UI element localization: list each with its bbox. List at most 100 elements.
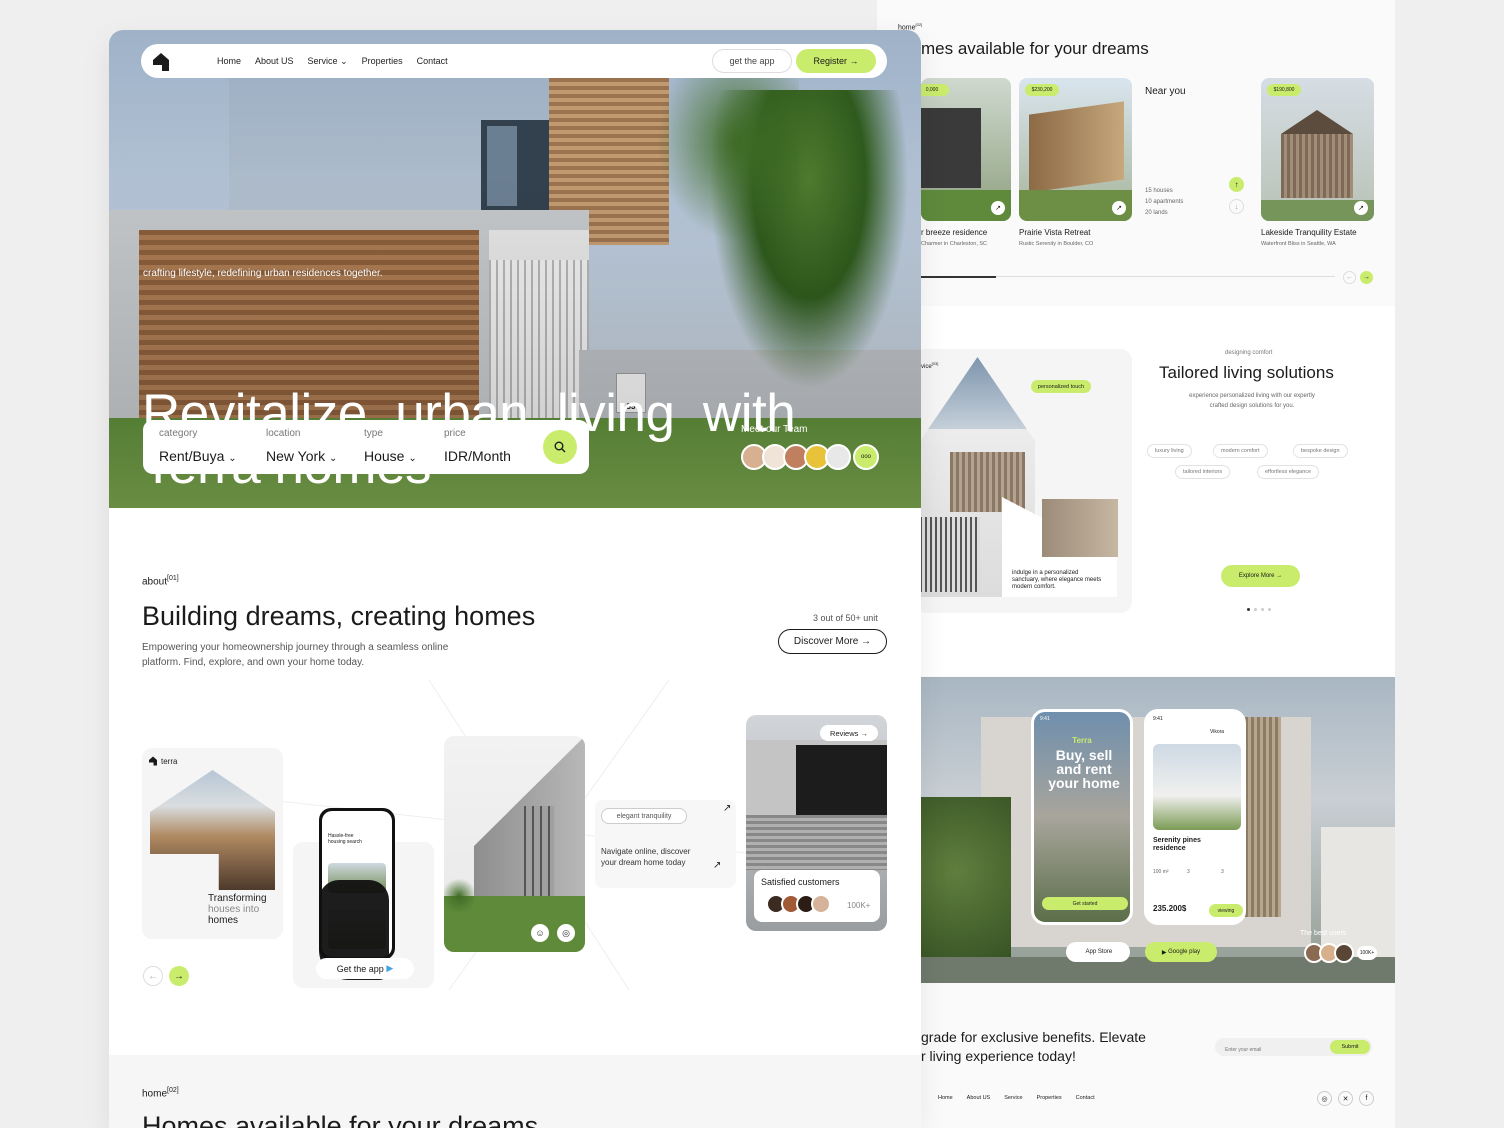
type-select[interactable]: House ⌄ <box>364 448 417 464</box>
app-store-button[interactable]: App Store <box>1066 942 1130 962</box>
chip-modern[interactable]: modern comfort <box>1213 444 1268 458</box>
price-label: price <box>444 428 466 439</box>
category-label: category <box>159 428 198 439</box>
category-select[interactable]: Rent/Buya ⌄ <box>159 448 237 464</box>
social-links: ◎ ✕ f <box>1317 1091 1374 1106</box>
footer-nav: Home About US Service Properties Contact <box>938 1095 1095 1101</box>
next-button[interactable]: → <box>1360 271 1373 284</box>
best-users-avatars: 100K+ <box>1304 943 1377 963</box>
get-app-card-button[interactable]: Get the app ▶ <box>316 958 414 979</box>
nav-contact[interactable]: Contact <box>417 56 448 67</box>
arrow-upright-icon[interactable]: ↗ <box>723 803 731 814</box>
chip-bespoke[interactable]: bespoke design <box>1293 444 1348 458</box>
elegant-chip: elegant tranquility <box>601 808 687 824</box>
arrow-upright-icon[interactable]: ↗ <box>713 860 721 871</box>
next-button[interactable]: → <box>169 966 189 986</box>
price-badge: $190,800 <box>1267 84 1301 96</box>
prev-button[interactable]: ← <box>1343 271 1356 284</box>
listing-location: Charmer in Charleston, SC <box>921 241 988 247</box>
globe-icon[interactable]: ◎ <box>557 924 575 942</box>
facebook-icon[interactable]: f <box>1359 1091 1374 1106</box>
best-users-label: The best users <box>1300 930 1347 937</box>
submit-button[interactable]: Submit <box>1330 1040 1370 1054</box>
personalized-badge: personalized touch <box>1031 380 1091 393</box>
reviews-button[interactable]: Reviews → <box>820 725 878 741</box>
search-button[interactable] <box>543 430 577 464</box>
hero-section: 33 Home About US Service ⌄ Properties Co… <box>109 30 921 508</box>
chip-effortless[interactable]: effortless elegance <box>1257 465 1320 479</box>
phone-mockup-2: 9:41 Vikora Serenity pines residence 100… <box>1144 709 1246 925</box>
building-image-card: ☺ ◎ <box>444 736 585 952</box>
terra-logo-icon <box>149 756 157 766</box>
email-field[interactable]: Submit <box>1215 1038 1372 1059</box>
explore-more-button[interactable]: Explore More → <box>1221 565 1300 587</box>
nav-about[interactable]: About US <box>255 56 294 67</box>
user-icon[interactable]: ☺ <box>531 924 549 942</box>
satisfied-label: Satisfied customers <box>761 877 840 887</box>
customer-avatars <box>766 894 831 914</box>
get-started-button[interactable]: Get started <box>1042 897 1128 910</box>
location-select[interactable]: New York ⌄ <box>266 448 337 464</box>
arrow-icon[interactable]: ↗ <box>1112 201 1126 215</box>
arrow-icon[interactable]: ↗ <box>991 201 1005 215</box>
transforming-text: Transforming houses into homes <box>208 893 267 926</box>
get-app-button[interactable]: get the app <box>712 49 792 73</box>
about-title: Building dreams, creating homes <box>142 601 536 631</box>
listing-location: Rustic Serenity in Boulder, CO <box>1019 241 1094 247</box>
x-icon[interactable]: ✕ <box>1338 1091 1353 1106</box>
homes-title: mes available for your dreams <box>921 39 1149 58</box>
arrow-up-button[interactable]: ↑ <box>1229 177 1244 192</box>
terra-logo-icon[interactable] <box>151 52 171 72</box>
prev-button[interactable]: ← <box>143 966 163 986</box>
navigate-text: Navigate online, discover your dream hom… <box>601 847 691 867</box>
top-nav: Home About US Service ⌄ Properties Conta… <box>141 44 887 78</box>
hero-tagline: crafting lifestyle, redefining urban res… <box>143 268 383 279</box>
near-stats: 15 houses 10 apartments 20 lands <box>1145 188 1184 216</box>
carousel-dots[interactable] <box>1247 608 1271 611</box>
listing-card-1[interactable]: 0,000 ↗ <box>921 78 1011 221</box>
listing-name: r breeze residence <box>921 228 988 237</box>
instagram-icon[interactable]: ◎ <box>1317 1091 1332 1106</box>
listing-name: Prairie Vista Retreat <box>1019 228 1091 237</box>
play-store-icon: ▶ <box>386 963 394 973</box>
nav-service[interactable]: Service ⌄ <box>308 56 348 67</box>
arrow-icon[interactable]: ↗ <box>1354 201 1368 215</box>
google-play-button[interactable]: ▶ Google play <box>1145 942 1217 962</box>
chevron-down-icon: ⌄ <box>340 56 348 66</box>
tailored-desc: experience personalized living with our … <box>1189 393 1315 409</box>
register-button[interactable]: Register → <box>796 49 876 73</box>
listing-card-3[interactable]: $190,800 ↗ <box>1261 78 1374 221</box>
about-tag: about[01] <box>142 575 179 588</box>
chevron-down-icon: ⌄ <box>228 453 237 464</box>
price-select[interactable]: IDR/Month <box>444 448 511 464</box>
hero-title: Revitalize urban living withTerra homes <box>142 384 796 492</box>
homes-section: home[02] Homes available for your dreams <box>109 1055 921 1128</box>
phone-mockup-1: 9:41 Terra Buy, sell and rent your home … <box>1031 709 1133 925</box>
chevron-down-icon: ⌄ <box>408 453 417 464</box>
discover-more-button[interactable]: Discover More → <box>778 629 887 654</box>
viewing-button[interactable]: viewing <box>1209 904 1243 917</box>
arrow-right-icon: → <box>849 56 859 66</box>
price-badge: $230,200 <box>1025 84 1059 96</box>
chevron-down-icon: ⌄ <box>329 453 338 464</box>
upgrade-text: grade for exclusive benefits. Elevate r l… <box>921 1029 1146 1064</box>
listing-card-2[interactable]: $230,200 ↗ <box>1019 78 1132 221</box>
team-avatars[interactable]: ooo <box>741 444 879 470</box>
chip-luxury[interactable]: luxury living <box>1147 444 1192 458</box>
listing-location: Waterfront Bliss in Seattle, WA <box>1261 241 1336 247</box>
team-more-button[interactable]: ooo <box>853 444 879 470</box>
service-card: vice[03] personalized touch indulge in a… <box>914 349 1132 613</box>
main-page: 33 Home About US Service ⌄ Properties Co… <box>109 30 921 1128</box>
email-input[interactable] <box>1215 1041 1315 1059</box>
satisfied-count: 100K+ <box>847 901 871 910</box>
reviews-card: Reviews → Satisfied customers 100K+ <box>746 715 887 931</box>
unit-count: 3 out of 50+ unit <box>813 613 878 623</box>
nav-home[interactable]: Home <box>217 56 241 67</box>
secondary-page-preview: home[02] mes available for your dreams 0… <box>877 0 1395 1128</box>
nav-properties[interactable]: Properties <box>362 56 403 67</box>
scroll-track[interactable] <box>921 276 1335 278</box>
chip-tailored[interactable]: tailored interiors <box>1175 465 1231 479</box>
tailored-title: Tailored living solutions <box>1159 363 1334 382</box>
arrow-down-button[interactable]: ↓ <box>1229 199 1244 214</box>
satisfied-box: Satisfied customers 100K+ <box>754 870 880 922</box>
